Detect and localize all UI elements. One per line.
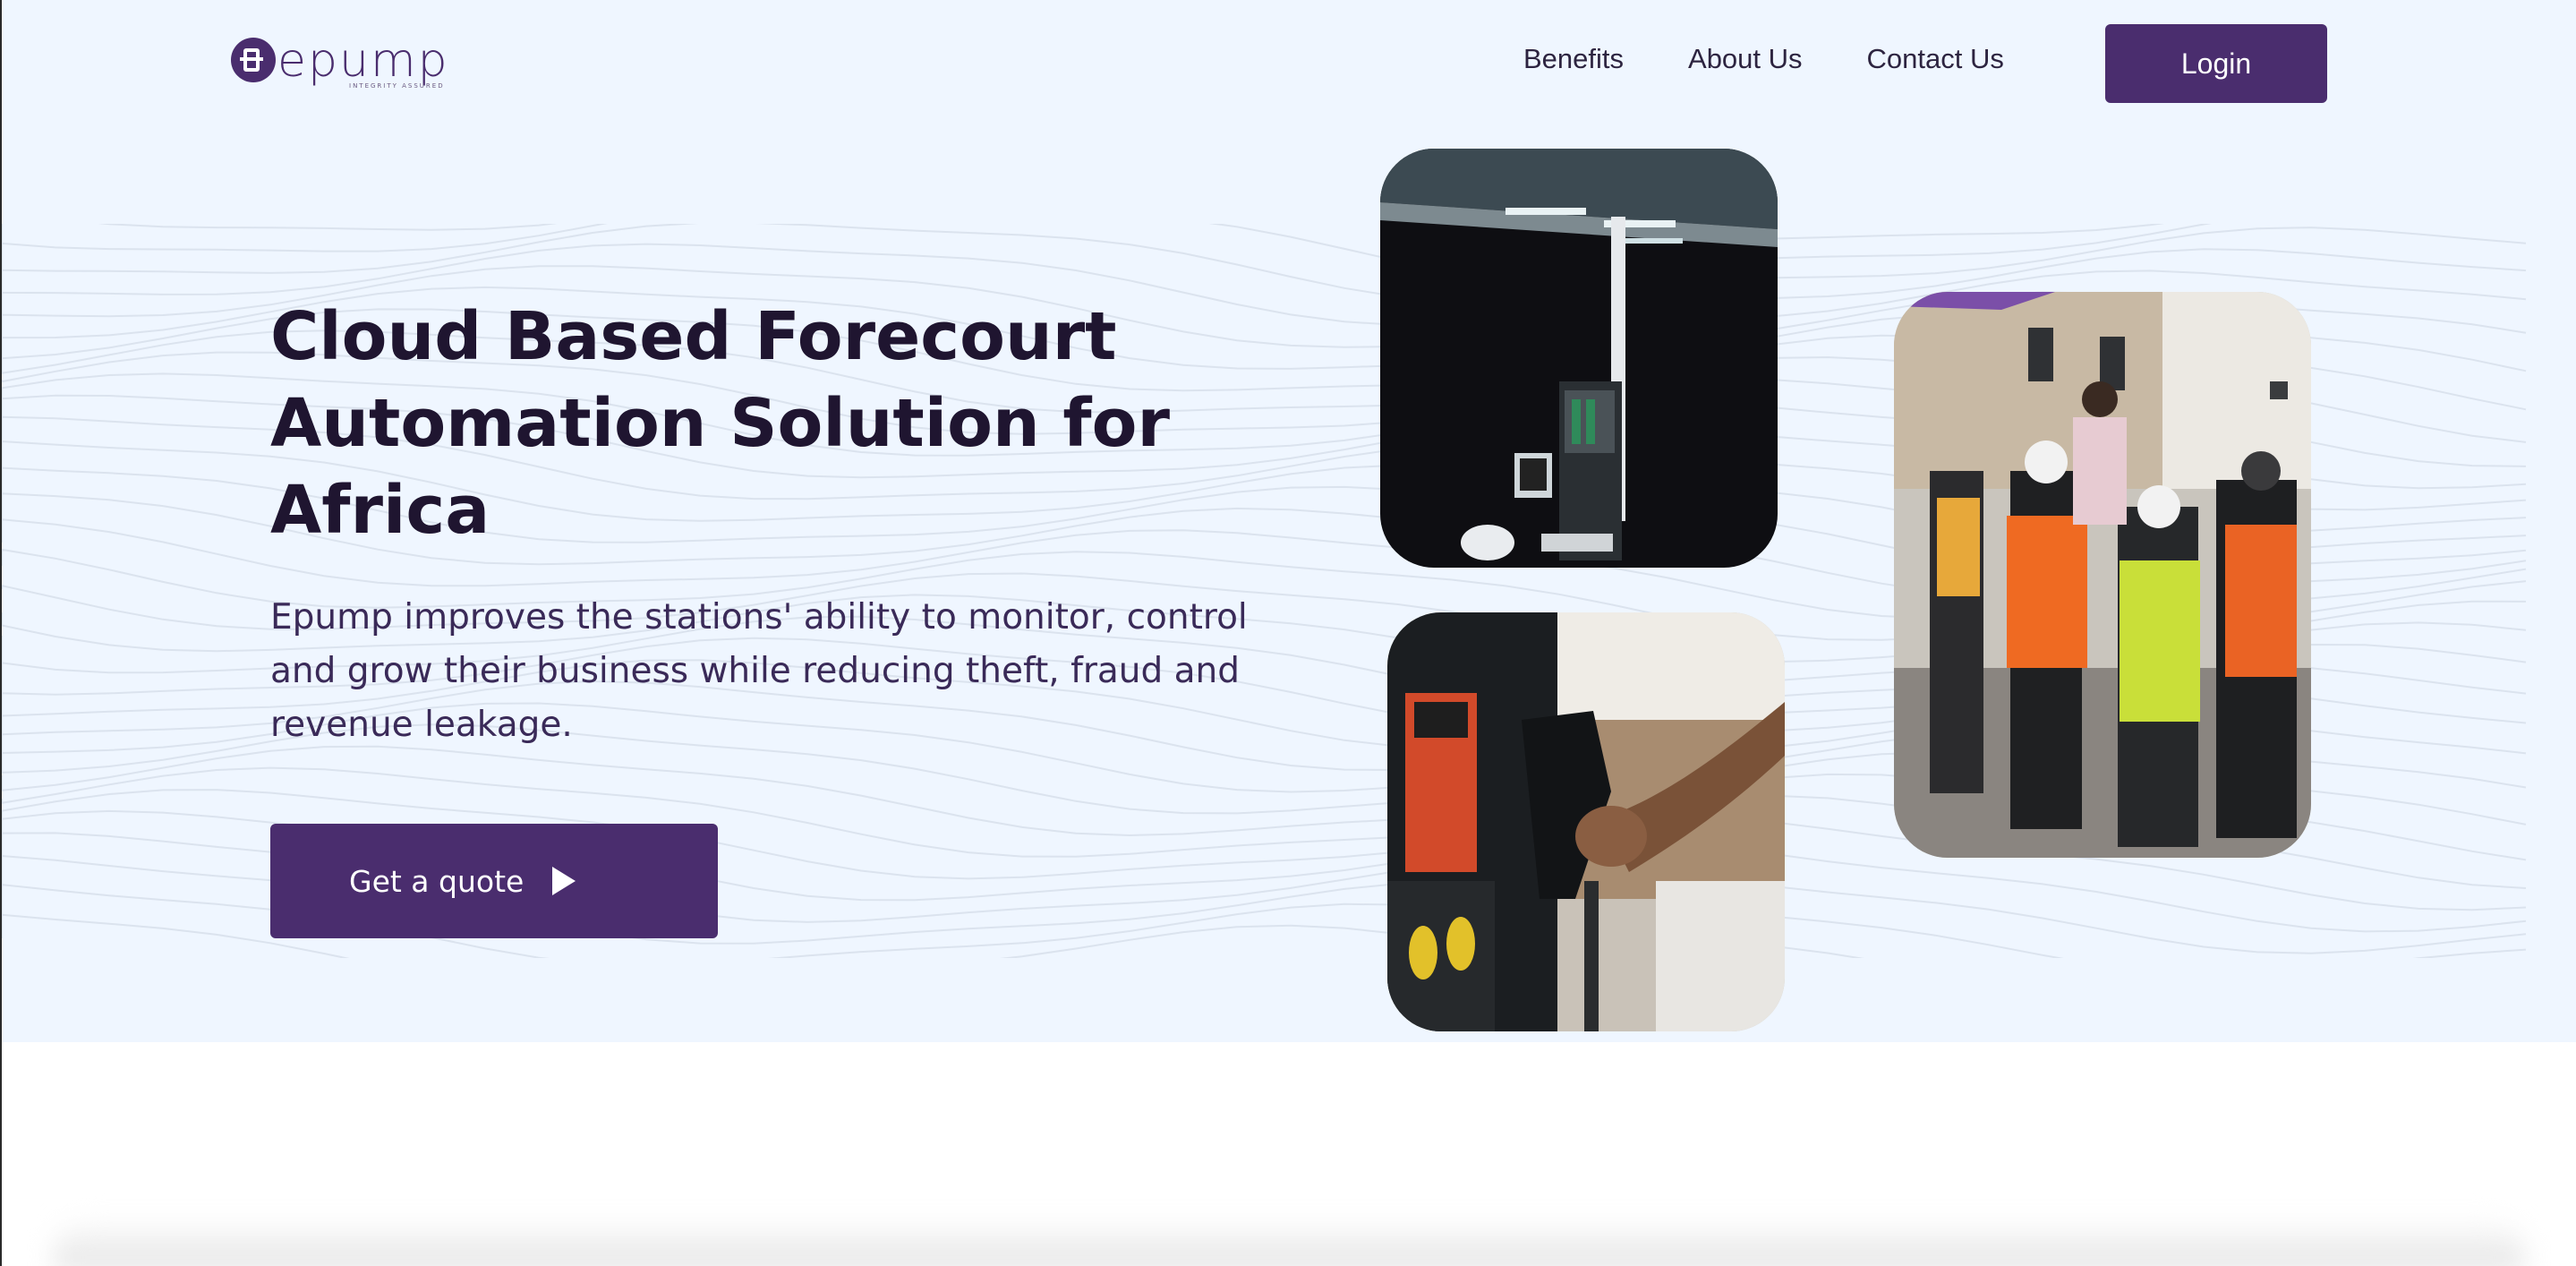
epump-logo[interactable]: epump INTEGRITY ASSURED [231, 38, 469, 93]
hero-description: Epump improves the stations' ability to … [270, 597, 1248, 745]
play-icon [552, 867, 576, 895]
get-a-quote-button[interactable]: Get a quote [270, 824, 718, 938]
logo-tagline: INTEGRITY ASSURED [349, 82, 445, 90]
top-navigation: epump INTEGRITY ASSURED Benefits About U… [2, 0, 2576, 125]
hero-headline: Cloud Based Forecourt Automation Solutio… [270, 298, 1170, 549]
nav-link-about-us[interactable]: About Us [1688, 43, 1803, 75]
logo-wordmark: epump [277, 34, 449, 88]
nav-link-benefits[interactable]: Benefits [1523, 43, 1624, 75]
nav-link-contact-us[interactable]: Contact Us [1867, 43, 2004, 75]
next-section-card-edge [54, 1218, 2524, 1266]
fuel-station-night-photo [1380, 149, 1778, 568]
get-a-quote-label: Get a quote [349, 863, 525, 899]
hero-section: epump INTEGRITY ASSURED Benefits About U… [2, 0, 2576, 1042]
nav-links: Benefits About Us Contact Us [1523, 41, 2004, 77]
fuel-nozzle-hand-photo [1387, 612, 1785, 1031]
workers-safety-vests-photo [1894, 292, 2311, 858]
login-button[interactable]: Login [2105, 24, 2327, 103]
fuel-pump-logo-icon [231, 38, 276, 82]
